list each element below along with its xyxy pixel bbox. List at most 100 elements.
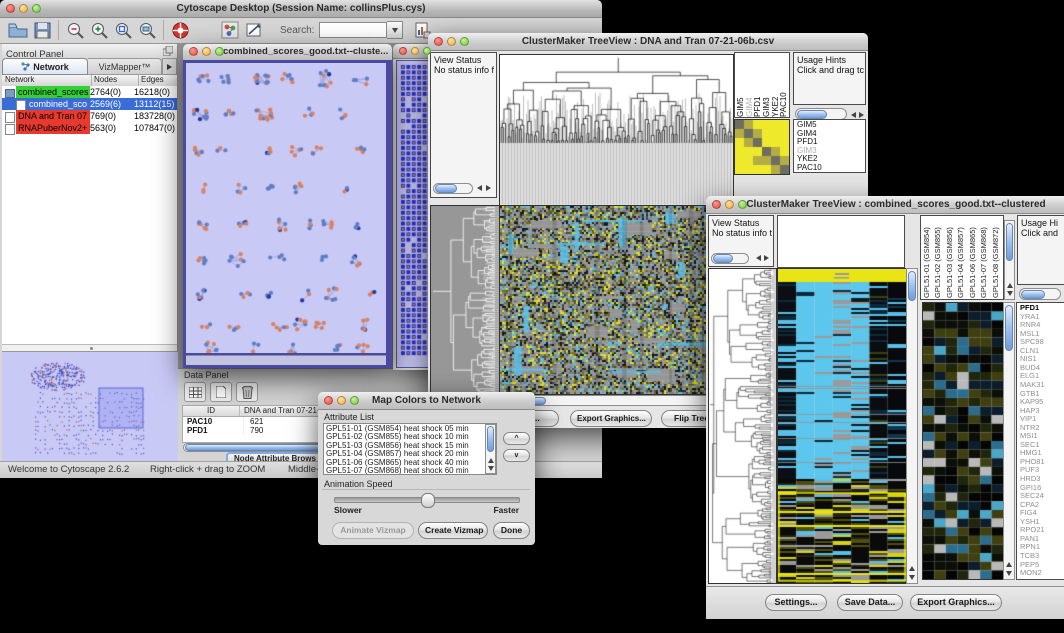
float-panel-icon[interactable] bbox=[163, 46, 173, 56]
column-dendrogram-canvas[interactable] bbox=[499, 54, 734, 207]
network-list-row[interactable]: combined_sco2569(6)13112(15) bbox=[2, 98, 177, 110]
animation-speed-slider[interactable] bbox=[334, 497, 520, 503]
scroll-up-icon[interactable] bbox=[1007, 283, 1013, 288]
scroll-up-icon[interactable] bbox=[1006, 562, 1012, 567]
status-hint-middle: Middle- bbox=[288, 464, 319, 475]
export-graphics-button[interactable]: Export Graphics... bbox=[570, 410, 652, 427]
settings-button[interactable]: Settings... bbox=[765, 594, 827, 611]
view-status-scrollbar[interactable] bbox=[433, 183, 473, 194]
scroll-right-icon[interactable] bbox=[486, 185, 491, 191]
scroll-up-icon[interactable] bbox=[488, 458, 494, 463]
attribute-list-item[interactable]: GPL51-07 (GSM868) heat shock 60 min bbox=[326, 467, 496, 475]
minimize-button[interactable] bbox=[725, 200, 734, 209]
vizmapper-icon[interactable] bbox=[218, 19, 242, 41]
network-list-row[interactable]: RNAPuberNov2+563(0)107847(0) bbox=[2, 122, 177, 134]
status-welcome: Welcome to Cytoscape 2.6.2 bbox=[8, 464, 129, 475]
view-status-scrollbar[interactable] bbox=[711, 253, 749, 264]
move-down-button[interactable]: v bbox=[503, 449, 530, 462]
scroll-down-icon[interactable] bbox=[1006, 571, 1012, 576]
scroll-left-icon[interactable] bbox=[851, 112, 856, 118]
zoom-selected-icon[interactable] bbox=[111, 19, 135, 41]
animate-vizmap-button[interactable]: Animate Vizmap bbox=[332, 522, 414, 539]
done-button[interactable]: Done bbox=[493, 522, 530, 539]
search-dropdown-button[interactable] bbox=[387, 21, 403, 39]
close-button[interactable] bbox=[6, 4, 15, 13]
zoom-button[interactable] bbox=[738, 200, 747, 209]
column-labels-vscrollbar[interactable] bbox=[1004, 220, 1015, 300]
network-edges-count: 107847(0) bbox=[134, 122, 175, 134]
close-button[interactable] bbox=[189, 47, 198, 56]
delete-icon[interactable] bbox=[236, 382, 258, 402]
column-dendrogram-panel[interactable] bbox=[777, 215, 905, 268]
zoom-heatmap-canvas[interactable] bbox=[734, 119, 790, 175]
row-dendrogram-canvas[interactable] bbox=[430, 205, 500, 395]
minimize-button[interactable] bbox=[202, 47, 211, 56]
title-bar[interactable]: ClusterMaker TreeView : DNA and Tran 07-… bbox=[428, 33, 868, 51]
row-dendrogram-canvas[interactable] bbox=[708, 268, 777, 584]
attribute-list[interactable]: GPL51-01 (GSM854) heat shock 05 minGPL51… bbox=[323, 423, 497, 475]
title-bar[interactable]: Cytoscape Desktop (Session Name: collins… bbox=[0, 0, 602, 18]
scroll-right-icon[interactable] bbox=[859, 112, 864, 118]
network-overview-canvas[interactable] bbox=[5, 354, 175, 460]
move-up-button[interactable]: ^ bbox=[503, 432, 530, 445]
open-icon[interactable] bbox=[6, 19, 30, 41]
zoom-out-icon[interactable] bbox=[63, 19, 87, 41]
title-bar[interactable]: Map Colors to Network bbox=[318, 392, 535, 410]
new-document-icon[interactable] bbox=[210, 382, 232, 402]
detail-heatmap-canvas[interactable] bbox=[922, 302, 1004, 580]
animation-speed-label: Animation Speed bbox=[324, 479, 393, 489]
view-status-text: No status info t bbox=[709, 228, 773, 238]
tab-network[interactable]: Network bbox=[2, 58, 88, 75]
control-panel: Control Panel Network VizMapper™ Network… bbox=[2, 44, 178, 461]
global-vscrollbar[interactable] bbox=[906, 268, 918, 584]
close-button[interactable] bbox=[712, 200, 721, 209]
scroll-right-icon[interactable] bbox=[764, 255, 769, 261]
create-vizmap-button[interactable]: Create Vizmap bbox=[418, 522, 488, 539]
zoom-button[interactable] bbox=[423, 47, 431, 55]
zoom-in-icon[interactable] bbox=[87, 19, 111, 41]
global-heatmap-canvas[interactable] bbox=[777, 268, 907, 584]
close-button[interactable] bbox=[399, 47, 407, 55]
usage-hints-scrollbar[interactable] bbox=[1019, 288, 1061, 300]
network-canvas[interactable] bbox=[186, 63, 386, 353]
detail-vscrollbar[interactable] bbox=[1003, 302, 1015, 580]
search-input[interactable] bbox=[319, 22, 387, 38]
tab-overflow-button[interactable] bbox=[162, 58, 177, 75]
close-button[interactable] bbox=[324, 396, 333, 405]
minimize-button[interactable] bbox=[447, 37, 456, 46]
slider-thumb[interactable] bbox=[421, 493, 435, 508]
minimize-button[interactable] bbox=[19, 4, 28, 13]
close-button[interactable] bbox=[434, 37, 443, 46]
save-icon[interactable] bbox=[30, 19, 54, 41]
save-data-button[interactable]: Save Data... bbox=[837, 594, 903, 611]
attribute-list-vscrollbar[interactable] bbox=[485, 424, 496, 474]
scroll-down-icon[interactable] bbox=[909, 575, 915, 580]
help-icon[interactable] bbox=[168, 19, 192, 41]
tab-vizmapper[interactable]: VizMapper™ bbox=[88, 58, 162, 75]
scroll-left-icon[interactable] bbox=[756, 255, 761, 261]
zoom-fit-icon[interactable] bbox=[135, 19, 159, 41]
minimize-button[interactable] bbox=[337, 396, 346, 405]
network-list-row[interactable]: DNA and Tran 07769(0)183728(0) bbox=[2, 110, 177, 122]
zoom-button[interactable] bbox=[32, 4, 41, 13]
network-hscrollbar[interactable] bbox=[186, 355, 386, 365]
table-icon[interactable] bbox=[184, 382, 206, 402]
data-col-id[interactable]: ID bbox=[183, 406, 240, 416]
annotation-icon[interactable] bbox=[242, 19, 266, 41]
scroll-left-icon[interactable] bbox=[477, 185, 482, 191]
export-graphics-button[interactable]: Export Graphics... bbox=[910, 594, 1002, 611]
network-list-row[interactable]: combined_scores2764(0)16218(0) bbox=[2, 86, 177, 98]
title-bar[interactable]: ClusterMaker TreeView : combined_scores_… bbox=[706, 196, 1064, 214]
zoom-button[interactable] bbox=[350, 396, 359, 405]
title-bar[interactable]: combined_scores_good.txt--cluste... bbox=[183, 44, 392, 61]
zoom-button[interactable] bbox=[215, 47, 224, 56]
col-header-edges[interactable]: Edges bbox=[139, 75, 177, 86]
global-heatmap-canvas[interactable] bbox=[499, 205, 734, 395]
scroll-down-icon[interactable] bbox=[1007, 291, 1013, 296]
scroll-up-icon[interactable] bbox=[909, 566, 915, 571]
zoom-button[interactable] bbox=[460, 37, 469, 46]
minimize-button[interactable] bbox=[411, 47, 419, 55]
col-header-nodes[interactable]: Nodes bbox=[92, 75, 139, 86]
scroll-down-icon[interactable] bbox=[488, 466, 494, 471]
col-header-network[interactable]: Network bbox=[2, 75, 92, 86]
